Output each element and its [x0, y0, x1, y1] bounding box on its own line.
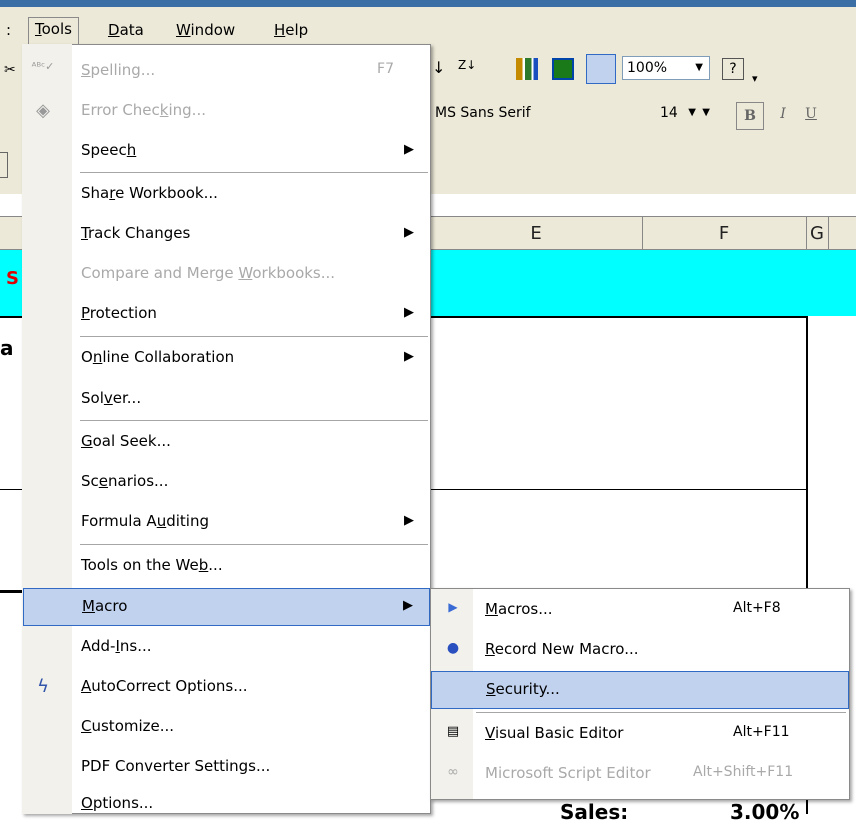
menu-item-share-workbook[interactable]: Share Workbook...: [23, 175, 430, 213]
cell-border: [0, 590, 22, 593]
zoom-combo[interactable]: 100% ▼: [622, 56, 710, 80]
menu-item-formula-auditing[interactable]: Formula Auditing ▶: [23, 503, 430, 541]
menu-item-scenarios[interactable]: Scenarios...: [23, 463, 430, 501]
cell-border: [430, 489, 806, 490]
menu-separator: [80, 420, 428, 421]
menu-separator: [80, 544, 428, 545]
cell-text-fragment: a: [0, 336, 14, 360]
map-icon[interactable]: [552, 58, 574, 80]
menu-item-error-checking[interactable]: ◈ Error Checking...: [23, 92, 430, 130]
column-header-f[interactable]: F: [642, 223, 806, 244]
sort-descending-icon[interactable]: Z↓: [458, 58, 480, 80]
autocorrect-icon: ϟ: [37, 676, 49, 697]
toolbar-options-icon[interactable]: ▾: [752, 72, 758, 85]
drawing-toggle-icon[interactable]: [586, 54, 616, 84]
menu-bar: : Tools Data Window Help: [0, 0, 856, 51]
column-header-e[interactable]: E: [430, 223, 642, 244]
spelling-icon: ᴬᴮᶜ✓: [31, 60, 55, 73]
vb-editor-icon: ▤: [446, 724, 460, 739]
underline-button[interactable]: U: [800, 106, 822, 128]
menu-item-autocorrect[interactable]: ϟ AutoCorrect Options...: [23, 668, 430, 706]
sales-label: Sales:: [560, 800, 629, 824]
menu-item-partial[interactable]: :: [0, 19, 17, 43]
bold-button[interactable]: B: [736, 102, 764, 130]
cell-border: [430, 316, 806, 318]
help-icon[interactable]: ?: [722, 58, 744, 80]
submenu-arrow-icon: ▶: [404, 225, 414, 240]
submenu-arrow-icon: ▶: [404, 513, 414, 528]
menu-item-spelling[interactable]: ᴬᴮᶜ✓ Spelling... F7: [23, 52, 430, 90]
menu-window[interactable]: Window: [170, 19, 241, 43]
cell-border: [0, 489, 22, 490]
menu-item-speech[interactable]: Speech ▶: [23, 132, 430, 170]
menu-item-options[interactable]: Options...: [23, 788, 430, 826]
menu-item-add-ins[interactable]: Add-Ins...: [23, 628, 430, 666]
submenu-arrow-icon: ▶: [404, 349, 414, 364]
menu-separator: [80, 172, 428, 173]
column-header-g[interactable]: G: [806, 223, 828, 244]
submenu-item-vb-editor[interactable]: ▤ Visual Basic Editor Alt+F11: [431, 715, 849, 753]
record-icon: ●: [446, 640, 460, 656]
formula-bar-edge: [0, 152, 8, 178]
menu-item-solver[interactable]: Solver...: [23, 380, 430, 418]
italic-button[interactable]: I: [772, 106, 794, 128]
cell-border: [0, 316, 22, 318]
error-checking-icon: ◈: [36, 100, 50, 121]
submenu-arrow-icon: ▶: [404, 142, 414, 157]
menu-item-track-changes[interactable]: Track Changes ▶: [23, 215, 430, 253]
menu-item-customize[interactable]: Customize...: [23, 708, 430, 746]
menu-item-online-collaboration[interactable]: Online Collaboration ▶: [23, 339, 430, 377]
submenu-item-security[interactable]: Security...: [431, 671, 849, 709]
menu-item-macro[interactable]: Macro ▶: [23, 588, 430, 626]
play-icon: ▶: [448, 600, 458, 614]
chart-wizard-icon[interactable]: [516, 58, 538, 80]
menu-data[interactable]: Data: [102, 19, 150, 43]
menu-separator: [80, 336, 428, 337]
submenu-item-script-editor[interactable]: ∞ Microsoft Script Editor Alt+Shift+F11: [431, 755, 849, 793]
submenu-item-macros[interactable]: ▶ Macros... Alt+F8: [431, 591, 849, 629]
sort-ascending-icon[interactable]: ↓: [432, 58, 454, 80]
menu-help[interactable]: Help: [268, 19, 314, 43]
menu-item-tools-on-the-web[interactable]: Tools on the Web...: [23, 547, 430, 585]
menu-separator: [476, 712, 846, 713]
submenu-arrow-icon: ▶: [404, 305, 414, 320]
submenu-item-record-macro[interactable]: ● Record New Macro...: [431, 631, 849, 669]
submenu-arrow-icon: ▶: [403, 598, 413, 613]
script-editor-icon: ∞: [447, 764, 459, 780]
menu-item-protection[interactable]: Protection ▶: [23, 295, 430, 333]
menu-item-compare-merge[interactable]: Compare and Merge Workbooks...: [23, 255, 430, 293]
menu-item-goal-seek[interactable]: Goal Seek...: [23, 423, 430, 461]
cell-text-fragment: S: [6, 268, 19, 289]
sales-value: 3.00%: [730, 800, 800, 824]
menu-item-pdf-converter[interactable]: PDF Converter Settings...: [23, 748, 430, 786]
font-size-combo[interactable]: 14 ▼: [656, 102, 716, 126]
